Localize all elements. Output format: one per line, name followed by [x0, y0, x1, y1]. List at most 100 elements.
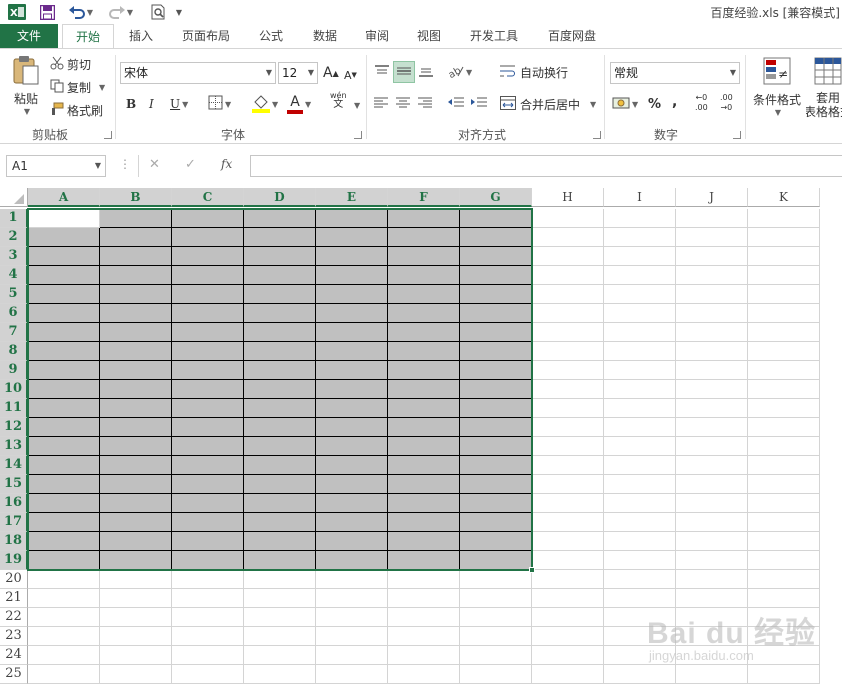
cell-c23[interactable] [172, 627, 244, 646]
cell-k21[interactable] [748, 589, 820, 608]
cell-k3[interactable] [748, 247, 820, 266]
cell-j20[interactable] [676, 570, 748, 589]
row-header-21[interactable]: 21 [0, 589, 28, 608]
cell-k15[interactable] [748, 475, 820, 494]
row-header-19[interactable]: 19 [0, 551, 28, 570]
cell-h5[interactable] [532, 285, 604, 304]
cell-a4[interactable] [28, 266, 100, 285]
conditional-formatting-button[interactable]: ≠ 条件格式 ▼ [750, 57, 804, 123]
cell-d3[interactable] [244, 247, 316, 266]
cell-a9[interactable] [28, 361, 100, 380]
cell-f10[interactable] [388, 380, 460, 399]
row-header-5[interactable]: 5 [0, 285, 28, 304]
tab-data[interactable]: 数据 [302, 24, 348, 48]
row-header-2[interactable]: 2 [0, 228, 28, 247]
cell-b4[interactable] [100, 266, 172, 285]
cell-d23[interactable] [244, 627, 316, 646]
cell-f7[interactable] [388, 323, 460, 342]
cell-f22[interactable] [388, 608, 460, 627]
cell-a12[interactable] [28, 418, 100, 437]
cell-i20[interactable] [604, 570, 676, 589]
cell-j7[interactable] [676, 323, 748, 342]
cell-k12[interactable] [748, 418, 820, 437]
cell-g2[interactable] [460, 228, 532, 247]
format-as-table-button[interactable]: 套用 表格格式 [806, 57, 842, 123]
cell-j4[interactable] [676, 266, 748, 285]
cell-h19[interactable] [532, 551, 604, 570]
column-header-e[interactable]: E [316, 188, 388, 207]
cell-a20[interactable] [28, 570, 100, 589]
cell-e7[interactable] [316, 323, 388, 342]
row-header-8[interactable]: 8 [0, 342, 28, 361]
cell-g14[interactable] [460, 456, 532, 475]
undo-icon[interactable]: ▼ [66, 3, 96, 21]
cell-f19[interactable] [388, 551, 460, 570]
cell-h3[interactable] [532, 247, 604, 266]
cell-k9[interactable] [748, 361, 820, 380]
cell-e25[interactable] [316, 665, 388, 684]
align-left-button[interactable] [374, 95, 388, 113]
insert-function-icon[interactable]: fx [221, 157, 232, 171]
print-preview-icon[interactable] [148, 3, 168, 21]
cell-d24[interactable] [244, 646, 316, 665]
cell-h16[interactable] [532, 494, 604, 513]
cell-i6[interactable] [604, 304, 676, 323]
cell-d13[interactable] [244, 437, 316, 456]
cell-a19[interactable] [28, 551, 100, 570]
cell-k13[interactable] [748, 437, 820, 456]
cell-h20[interactable] [532, 570, 604, 589]
cell-d11[interactable] [244, 399, 316, 418]
italic-button[interactable]: I [149, 95, 154, 113]
cut-button[interactable]: 剪切 [50, 55, 91, 73]
column-header-a[interactable]: A [28, 188, 100, 207]
cell-e19[interactable] [316, 551, 388, 570]
increase-indent-button[interactable] [471, 95, 487, 113]
cell-h24[interactable] [532, 646, 604, 665]
row-header-1[interactable]: 1 [0, 209, 28, 228]
cell-h11[interactable] [532, 399, 604, 418]
cell-a1[interactable] [28, 209, 100, 228]
tab-home[interactable]: 开始 [62, 24, 114, 48]
cell-b20[interactable] [100, 570, 172, 589]
cell-c1[interactable] [172, 209, 244, 228]
tab-formulas[interactable]: 公式 [248, 24, 294, 48]
cell-h22[interactable] [532, 608, 604, 627]
cell-b15[interactable] [100, 475, 172, 494]
chevron-down-icon[interactable]: ▼ [87, 8, 93, 17]
row-header-7[interactable]: 7 [0, 323, 28, 342]
row-header-20[interactable]: 20 [0, 570, 28, 589]
cell-e23[interactable] [316, 627, 388, 646]
cell-k11[interactable] [748, 399, 820, 418]
column-header-d[interactable]: D [244, 188, 316, 207]
row-header-9[interactable]: 9 [0, 361, 28, 380]
cell-h25[interactable] [532, 665, 604, 684]
cell-i2[interactable] [604, 228, 676, 247]
cell-f3[interactable] [388, 247, 460, 266]
cell-h13[interactable] [532, 437, 604, 456]
underline-button[interactable]: U ▼ [170, 95, 188, 113]
name-box[interactable]: A1 ▼ [6, 155, 106, 177]
cell-h18[interactable] [532, 532, 604, 551]
cell-i24[interactable] [604, 646, 676, 665]
cell-i4[interactable] [604, 266, 676, 285]
cell-b18[interactable] [100, 532, 172, 551]
cell-d14[interactable] [244, 456, 316, 475]
cell-a15[interactable] [28, 475, 100, 494]
cell-i18[interactable] [604, 532, 676, 551]
row-header-23[interactable]: 23 [0, 627, 28, 646]
cell-h10[interactable] [532, 380, 604, 399]
cell-c21[interactable] [172, 589, 244, 608]
row-header-10[interactable]: 10 [0, 380, 28, 399]
cell-j8[interactable] [676, 342, 748, 361]
cell-i10[interactable] [604, 380, 676, 399]
row-header-18[interactable]: 18 [0, 532, 28, 551]
cell-e4[interactable] [316, 266, 388, 285]
cell-b10[interactable] [100, 380, 172, 399]
comma-style-button[interactable]: , [672, 93, 677, 111]
cell-i1[interactable] [604, 209, 676, 228]
cell-b23[interactable] [100, 627, 172, 646]
cell-f14[interactable] [388, 456, 460, 475]
row-header-24[interactable]: 24 [0, 646, 28, 665]
cell-b8[interactable] [100, 342, 172, 361]
cell-f17[interactable] [388, 513, 460, 532]
